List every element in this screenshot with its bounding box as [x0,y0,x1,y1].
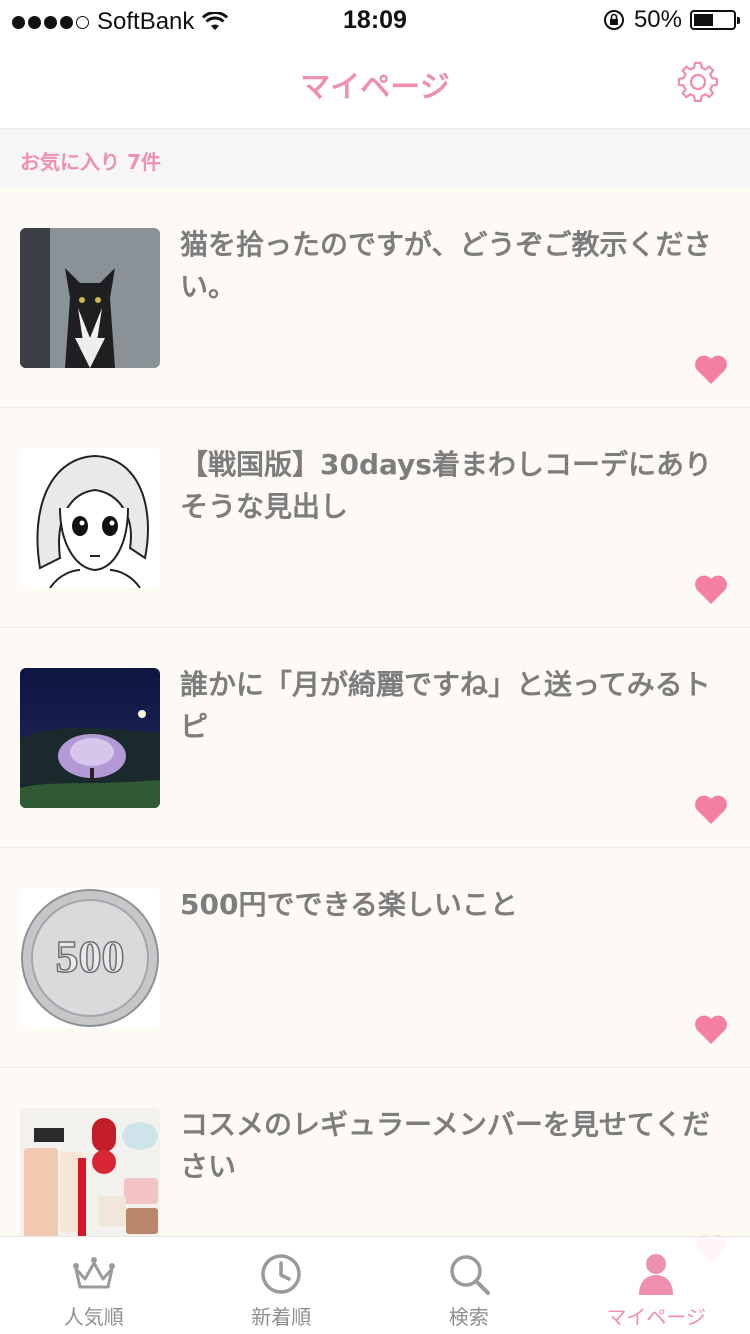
person-icon [639,1254,674,1295]
item-title[interactable]: 500円でできる楽しいこと [180,884,725,926]
heart-icon[interactable] [694,353,728,385]
crown-icon [72,1257,115,1289]
favorites-count: お気に入り 7件 [20,150,161,174]
tab-label: マイページ [606,1305,707,1329]
favorites-list: 猫を拾ったのですが、どうぞご教示ください。 【戦国版】30days着まわしコーデ… [0,188,750,1288]
list-item[interactable]: 【戦国版】30days着まわしコーデにありそうな見出し [0,408,750,628]
clock-icon [261,1254,301,1294]
nav-bar: マイページ [0,40,750,128]
heart-icon[interactable] [694,1013,728,1045]
battery-icon [690,10,740,30]
status-right: 50% [602,6,740,34]
thumbnail-cosmetics [20,1108,160,1248]
tab-new[interactable]: 新着順 [188,1237,376,1334]
tab-label: 検索 [448,1305,489,1329]
item-title[interactable]: 【戦国版】30days着まわしコーデにありそうな見出し [180,444,725,528]
rotation-lock-icon [603,10,624,30]
tab-label: 新着順 [251,1305,312,1329]
gear-icon[interactable] [676,60,720,104]
favorites-header: お気に入り 7件 [0,128,750,188]
tab-search[interactable]: 検索 [375,1237,563,1334]
thumbnail-coin: 500 [20,888,160,1028]
page-title: マイページ [300,70,450,105]
item-title[interactable]: 誰かに「月が綺麗ですね」と送ってみるトピ [180,664,725,748]
thumbnail-cat [20,228,160,368]
tab-popular[interactable]: 人気順 [0,1237,188,1334]
heart-icon[interactable] [694,793,728,825]
heart-icon[interactable] [694,573,728,605]
list-item[interactable]: 500 500円でできる楽しいこと [0,848,750,1068]
item-title[interactable]: コスメのレギュラーメンバーを見せてください [180,1104,725,1188]
battery-percent: 50% [633,6,682,33]
tab-bar: 人気順 新着順 検索 マイページ [0,1236,750,1334]
list-item[interactable]: 誰かに「月が綺麗ですね」と送ってみるトピ [0,628,750,848]
coin-500-engraving: 500 [56,931,125,982]
list-item[interactable]: 猫を拾ったのですが、どうぞご教示ください。 [0,188,750,408]
item-title[interactable]: 猫を拾ったのですが、どうぞご教示ください。 [180,224,725,308]
thumbnail-manga-girl [20,448,160,588]
search-icon [450,1255,490,1295]
status-bar: SoftBank 18:09 50% [0,0,750,40]
thumbnail-night-sky [20,668,160,808]
tab-mypage[interactable]: マイページ [563,1237,750,1334]
tab-label: 人気順 [63,1305,124,1329]
